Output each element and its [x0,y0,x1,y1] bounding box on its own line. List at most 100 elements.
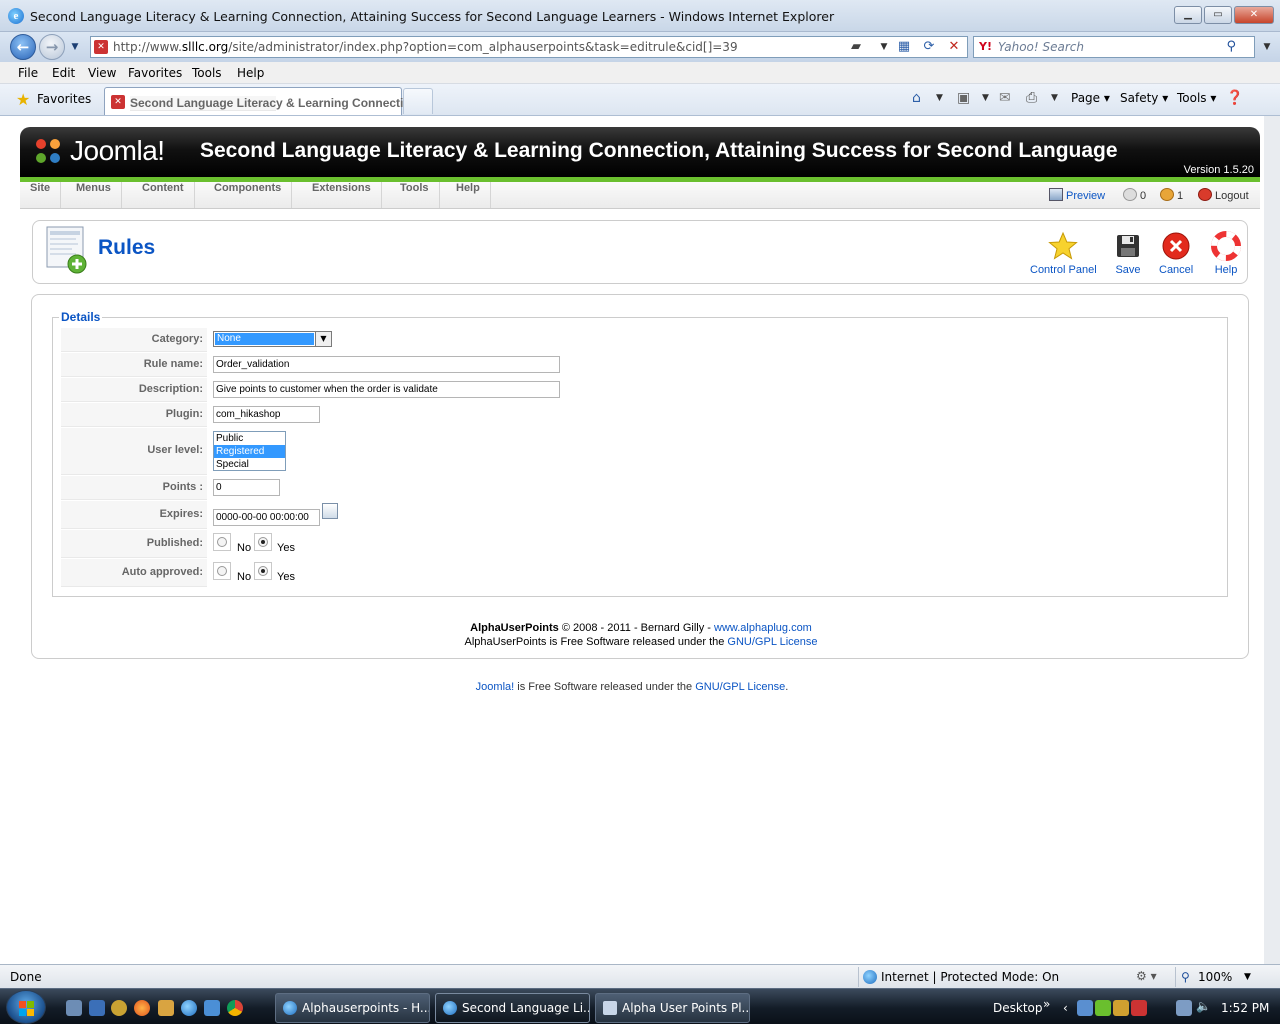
users-online-icon[interactable] [1160,188,1174,201]
taskbar-item-alpha-user-points[interactable]: Alpha User Points Pl... [595,993,750,1023]
home-dropdown-icon[interactable]: ▼ [936,93,943,103]
menu-edit[interactable]: Edit [52,66,75,80]
tray-collapse-icon[interactable]: ‹ [1063,1001,1068,1015]
chrome-icon[interactable] [227,1000,243,1016]
safety-menu[interactable]: Safety ▾ [1120,91,1168,105]
security-zone[interactable]: Internet | Protected Mode: On [858,967,1128,987]
cancel-button[interactable]: Cancel [1159,231,1193,276]
menu-menus[interactable]: Menus [66,182,122,208]
feeds-dropdown-icon[interactable]: ▼ [982,93,989,103]
menu-favorites[interactable]: Favorites [128,66,182,80]
feeds-icon[interactable]: ▣ [957,90,970,106]
expires-input[interactable]: 0000-00-00 00:00:00 [213,509,320,526]
stop-icon[interactable]: ✕ [945,38,963,56]
switch-windows-icon[interactable] [89,1000,105,1016]
close-window-button[interactable]: ✕ [1234,6,1274,24]
messages-icon[interactable] [1123,188,1137,201]
volume-icon[interactable]: 🔈 [1196,999,1211,1013]
zoom-control[interactable]: ⚲ 100% ▼ [1175,967,1275,987]
firefox-icon[interactable] [134,1000,150,1016]
back-button[interactable]: ← [10,34,36,60]
quicklaunch-app2-icon[interactable] [204,1000,220,1016]
refresh-icon[interactable]: ⟳ [920,38,938,56]
published-no-radio[interactable] [213,533,231,551]
rss-page-icon[interactable]: ▦ [895,38,913,56]
home-icon[interactable]: ⌂ [912,90,921,106]
logout-link[interactable]: Logout [1215,190,1249,202]
search-options-icon[interactable]: ▼ [1258,38,1276,56]
gpl-license-link[interactable]: GNU/GPL License [727,636,817,648]
rule-name-input[interactable]: Order_validation [213,356,560,373]
footer-license-link[interactable]: GNU/GPL License [695,681,785,693]
help-icon[interactable]: ❓ [1226,90,1243,106]
auto-approved-yes-radio[interactable] [254,562,272,580]
new-tab-button[interactable] [403,88,433,114]
search-input[interactable]: Y! Yahoo! Search ⚲ [973,36,1255,58]
user-level-listbox[interactable]: Public Registered Special [213,431,286,471]
logout-icon[interactable] [1198,188,1212,201]
show-desktop-icon[interactable] [66,1000,82,1016]
ie-quicklaunch-icon[interactable] [181,1000,197,1016]
auto-approved-no-radio[interactable] [213,562,231,580]
control-panel-button[interactable]: Control Panel [1030,231,1097,276]
menu-content[interactable]: Content [132,182,195,208]
user-level-option-special[interactable]: Special [214,458,285,471]
user-level-option-public[interactable]: Public [214,432,285,445]
maximize-button[interactable]: ▭ [1204,6,1232,24]
zoom-dropdown-icon[interactable]: ▼ [1244,967,1251,987]
address-dropdown-icon[interactable]: ▼ [875,38,893,56]
tray-app2-icon[interactable] [1113,1000,1129,1016]
menu-help[interactable]: Help [237,66,264,80]
tray-app-icon[interactable] [1095,1000,1111,1016]
quicklaunch-app-icon[interactable] [111,1000,127,1016]
start-button[interactable] [6,990,46,1024]
points-input[interactable]: 0 [213,479,280,496]
page-menu[interactable]: Page ▾ [1071,91,1110,105]
desktop-toolbar-label[interactable]: Desktop [993,1001,1043,1015]
menu-tools[interactable]: Tools [390,182,440,208]
plugin-input[interactable]: com_hikashop [213,406,320,423]
print-icon[interactable]: ⎙ [1026,90,1037,106]
forward-button[interactable]: → [39,34,65,60]
lifebuoy-icon [1211,231,1241,261]
joomla-link[interactable]: Joomla! [476,681,515,693]
chevron-down-icon[interactable]: ▼ [315,332,331,346]
search-icon[interactable]: ⚲ [1226,39,1236,54]
alphaplug-link[interactable]: www.alphaplug.com [714,622,812,634]
category-select[interactable]: None ▼ [213,331,332,347]
taskbar-item-alphauserpoints[interactable]: Alphauserpoints - H... [275,993,430,1023]
menu-site[interactable]: Site [20,182,62,208]
help-button[interactable]: Help [1211,231,1241,276]
tray-app3-icon[interactable] [1131,1000,1147,1016]
tools-menu[interactable]: Tools ▾ [1177,91,1216,105]
minimize-button[interactable]: ▁ [1174,6,1202,24]
menu-help[interactable]: Help [446,182,491,208]
address-input[interactable]: ✕ http://www.slllc.org/site/administrato… [90,36,968,58]
compatibility-view-icon[interactable]: ▰ [847,38,865,56]
history-dropdown-icon[interactable]: ▼ [66,38,84,56]
mail-icon[interactable]: ✉ [999,90,1011,106]
menu-extensions[interactable]: Extensions [302,182,382,208]
taskbar-item-second-language[interactable]: Second Language Li... [435,993,590,1023]
description-input[interactable]: Give points to customer when the order i… [213,381,560,398]
toolbar-expand-icon[interactable]: » [1043,997,1050,1011]
browser-tab-active[interactable]: ✕ Second Language Literacy & Learning Co… [104,87,421,115]
preview-link[interactable]: Preview [1066,190,1105,202]
user-level-option-registered[interactable]: Registered [214,445,285,458]
tray-connection-icon[interactable] [1176,1000,1192,1016]
print-dropdown-icon[interactable]: ▼ [1051,93,1058,103]
published-yes-radio[interactable] [254,533,272,551]
favorites-star-icon[interactable]: ★ [16,90,30,109]
menu-view[interactable]: View [88,66,116,80]
folder-icon[interactable] [158,1000,174,1016]
save-button[interactable]: Save [1113,231,1143,276]
clock[interactable]: 1:52 PM [1221,1001,1269,1015]
menu-components[interactable]: Components [204,182,293,208]
tray-network-icon[interactable] [1077,1000,1093,1016]
protected-mode-icon[interactable]: ⚙ ▾ [1136,969,1157,983]
favorites-button[interactable]: Favorites [37,92,91,106]
joomla-logo[interactable]: Joomla! [36,135,186,171]
menu-file[interactable]: File [18,66,38,80]
menu-tools[interactable]: Tools [192,66,222,80]
calendar-icon[interactable] [322,503,338,519]
